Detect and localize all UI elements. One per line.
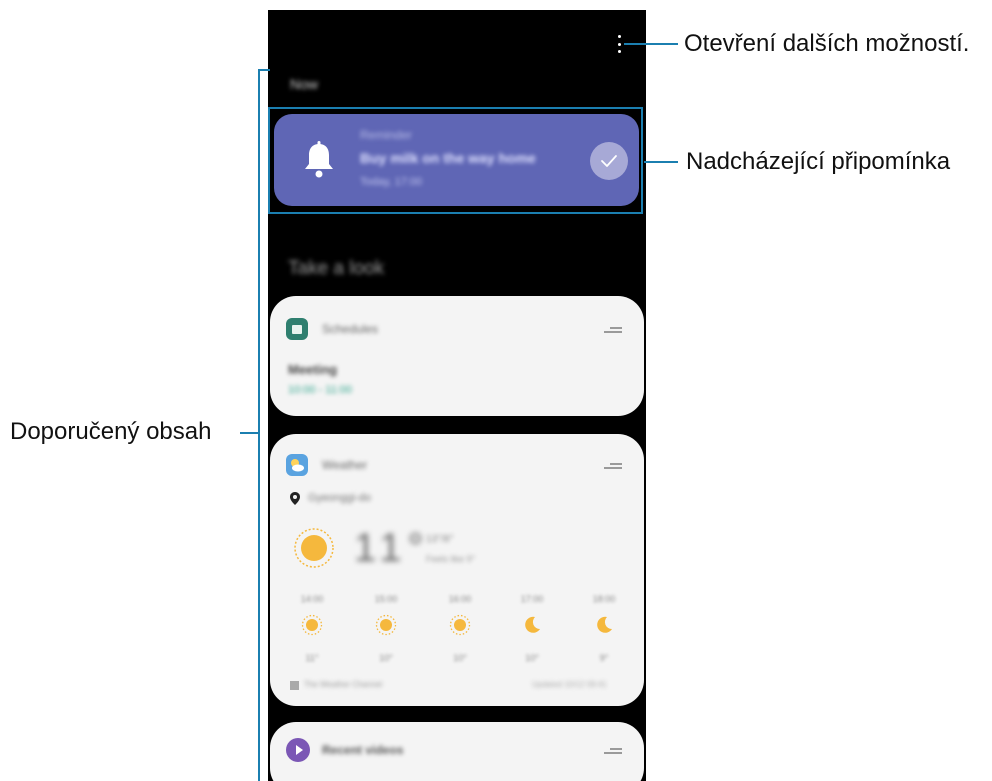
card-title: Schedules (322, 322, 379, 336)
location-name: Gyeonggi-do (308, 492, 371, 504)
forecast-item: 17:00 10° (512, 594, 552, 663)
event-title: Meeting (288, 362, 338, 377)
moon-icon (597, 616, 612, 633)
temperature-range: 13°/8° (426, 534, 454, 545)
event-time: 10:00 - 11:00 (288, 384, 353, 396)
callout-bracket-recommended (258, 69, 260, 781)
forecast-item: 18:00 9° (584, 594, 624, 663)
forecast-item: 16:00 10° (440, 594, 480, 663)
weather-channel-logo (290, 681, 299, 690)
recent-videos-card[interactable]: Recent videos (270, 722, 644, 781)
drag-handle-icon[interactable] (604, 748, 622, 754)
callout-line-more-options (624, 43, 678, 45)
weather-card[interactable]: Weather Gyeonggi-do 11° 13°/8° Feels lik… (270, 434, 644, 706)
forecast-temp: 11° (305, 653, 319, 663)
forecast-temp: 10° (379, 653, 393, 663)
forecast-item: 14:00 11° (292, 594, 332, 663)
callout-line-recommended (240, 432, 260, 434)
forecast-temp: 9° (599, 653, 609, 663)
forecast-temp: 10° (525, 653, 539, 663)
forecast-time: 14:00 (300, 594, 324, 604)
play-icon (296, 745, 303, 755)
feels-like: Feels like 9° (426, 554, 476, 564)
schedules-card[interactable]: Schedules Meeting 10:00 - 11:00 (270, 296, 644, 416)
forecast-time: 18:00 (592, 594, 616, 604)
callout-line-reminder (644, 161, 678, 163)
video-app-icon (286, 738, 310, 762)
drag-handle-icon[interactable] (604, 327, 622, 333)
sun-icon (301, 614, 323, 636)
forecast-time: 17:00 (520, 594, 544, 604)
callout-bracket-top (258, 69, 270, 71)
forecast-time: 16:00 (448, 594, 472, 604)
location-pin-icon (290, 492, 300, 505)
phone-screen: Now Reminder Buy milk on the way home To… (268, 10, 646, 781)
callout-upcoming-reminder: Nadcházející připomínka (686, 148, 951, 175)
sun-icon (449, 614, 471, 636)
forecast-time: 15:00 (374, 594, 398, 604)
more-options-icon[interactable] (614, 35, 624, 53)
weather-source: The Weather Channel (304, 680, 383, 689)
now-label: Now (290, 76, 319, 92)
forecast-item: 15:00 10° (366, 594, 406, 663)
reminder-highlight-frame (268, 107, 643, 214)
callout-recommended-content: Doporučený obsah (10, 418, 212, 445)
drag-handle-icon[interactable] (604, 463, 622, 469)
current-temperature: 11° (354, 526, 430, 570)
calendar-icon (286, 318, 308, 340)
sun-icon (294, 528, 334, 568)
weather-updated: Updated 10/12 09:41 (532, 680, 607, 689)
card-title: Recent videos (322, 743, 404, 757)
sun-icon (375, 614, 397, 636)
card-title: Weather (322, 458, 368, 472)
callout-more-options: Otevření dalších možností. (684, 30, 970, 57)
section-title: Take a look (288, 258, 385, 279)
weather-app-icon (286, 454, 308, 476)
moon-icon (525, 616, 540, 633)
forecast-temp: 10° (453, 653, 467, 663)
